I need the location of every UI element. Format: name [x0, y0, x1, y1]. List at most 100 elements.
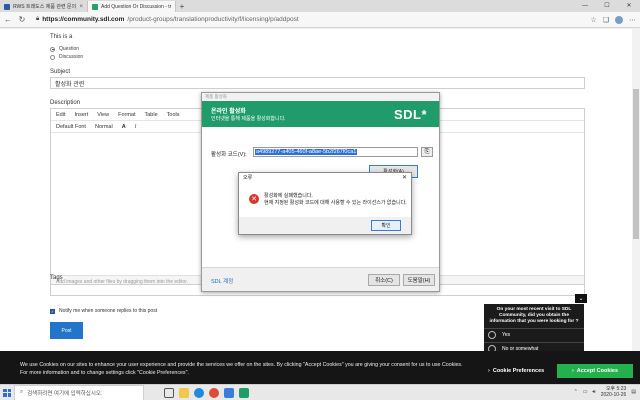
cookie-preferences-label: Cookie Preferences [492, 368, 545, 374]
tray-chevron-icon[interactable]: ⌃ [574, 389, 578, 395]
toolbar-icons: ☆ ❏ ⋯ [590, 15, 636, 24]
menu-edit[interactable]: Edit [56, 112, 65, 118]
sdl-logo: SDL* [393, 107, 427, 122]
italic-icon[interactable]: I [135, 124, 137, 130]
address-bar: ← ↻ 🔒︎ https://community.sdl.com/product… [0, 12, 640, 28]
chevron-right-icon: › [571, 368, 574, 374]
close-icon[interactable]: ✕ [402, 174, 407, 181]
discussion-option[interactable]: Discussion [50, 54, 83, 60]
subject-input[interactable]: 활성화 관련 [50, 77, 585, 89]
post-type-label: This is a [50, 34, 73, 40]
sdl-account-link[interactable]: SDL 계정 [211, 277, 233, 285]
discussion-label: Discussion [59, 54, 84, 60]
tab-favicon-icon [92, 3, 98, 10]
scrollbar-thumb[interactable] [633, 89, 639, 239]
network-icon[interactable]: ▭ [583, 389, 588, 395]
banner-subtitle: 인터넷을 통해 제품을 활성화합니다. [211, 116, 286, 122]
windows-taskbar: ⌕ 검색하려면 여기에 입력하십시오. ⌃ ▭ 🔊︎ 오후 5:23 2020-… [0, 384, 640, 400]
error-message: 활성화에 실패했습니다. 현재 지정된 활성화 코드에 대해 사용할 수 있는 … [264, 193, 407, 207]
survey-option-label: Yes [502, 332, 511, 339]
menu-format[interactable]: Format [118, 112, 135, 118]
copy-code-button[interactable]: ⎘ [421, 147, 433, 157]
menu-insert[interactable]: Insert [74, 112, 88, 118]
notify-checkbox[interactable]: ✓ [50, 308, 55, 314]
edge-browser-icon[interactable] [194, 387, 204, 398]
accept-cookies-label: Accept Cookies [576, 368, 619, 374]
refresh-icon[interactable]: ↻ [18, 15, 26, 24]
menu-view[interactable]: View [97, 112, 109, 118]
accept-cookies-button[interactable]: › Accept Cookies [557, 364, 633, 378]
ok-button[interactable]: 확인 [371, 220, 401, 231]
subject-label: Subject [50, 69, 71, 75]
font-family-select[interactable]: Default Font [56, 124, 86, 130]
menu-table[interactable]: Table [145, 112, 158, 118]
minimize-icon[interactable]: — [574, 0, 596, 11]
chrome-icon[interactable] [209, 387, 219, 398]
notify-label: Notify me when someone replies to this p… [59, 308, 158, 314]
taskbar-search[interactable]: ⌕ 검색하려면 여기에 입력하십시오. [14, 384, 144, 400]
error-message-line1: 활성화에 실패했습니다. [264, 193, 313, 199]
survey-question: On your most recent visit to SDL Communi… [489, 307, 579, 324]
cookie-text: We use Cookies on our sites to enhance y… [20, 362, 463, 376]
clock[interactable]: 오후 5:23 2020-10-26 [601, 386, 627, 399]
browser-tab-1[interactable]: RWS 트래도스 제품 관련 문의 × [0, 1, 88, 12]
error-dialog-title: 오류 [243, 175, 253, 181]
banner-title: 온라인 활성화 [211, 109, 246, 115]
radio-icon [488, 331, 496, 340]
file-explorer-icon[interactable] [179, 387, 189, 398]
url-path: /product-groups/translationproductivity/… [127, 16, 299, 23]
cookie-preferences-button[interactable]: › Cookie Preferences [488, 366, 558, 376]
sdl-app-icon[interactable] [239, 387, 249, 398]
text-color-icon[interactable]: A [122, 124, 126, 130]
notifications-icon[interactable]: ▤ [631, 389, 636, 395]
profile-avatar[interactable] [615, 15, 623, 24]
close-window-icon[interactable]: ✕ [618, 0, 640, 11]
page-scrollbar[interactable] [632, 29, 640, 351]
cookie-banner: We use Cookies on our sites to enhance y… [0, 351, 640, 384]
volume-icon[interactable]: 🔊︎ [593, 389, 596, 395]
survey-option-yes[interactable]: Yes [484, 327, 584, 342]
error-message-line2: 현재 지정된 활성화 코드에 대해 사용할 수 있는 라이선스가 없습니다. [264, 199, 407, 206]
favorite-star-icon[interactable]: ☆ [590, 16, 596, 24]
tab-label: RWS 트래도스 제품 관련 문의 [13, 4, 77, 10]
error-icon: ✕ [249, 194, 259, 204]
maximize-icon[interactable]: ☐ [596, 0, 618, 11]
question-radio[interactable] [50, 46, 55, 52]
tab-favicon-icon [4, 3, 10, 10]
activation-code-input[interactable]: a4989277-a405-460f-a8ae-5b2f267f0ca1 [253, 147, 418, 157]
new-tab-button[interactable]: + [176, 1, 188, 12]
tags-label: Tags [50, 275, 63, 281]
more-menu-icon[interactable]: ⋯ [629, 16, 636, 24]
browser-tab-bar: RWS 트래도스 제품 관련 문의 × Add Question Or Disc… [0, 0, 640, 12]
start-button[interactable] [0, 385, 14, 400]
menu-tools[interactable]: Tools [167, 112, 180, 118]
collections-icon[interactable]: ❏ [603, 16, 609, 24]
search-icon: ⌕ [20, 389, 24, 395]
clock-date: 2020-10-26 [600, 392, 627, 399]
font-style-select[interactable]: Normal [95, 124, 113, 130]
post-button[interactable]: Post [50, 322, 83, 339]
notify-option[interactable]: ✓ Notify me when someone replies to this… [50, 308, 157, 314]
window-controls: — ☐ ✕ [574, 0, 640, 11]
back-icon[interactable]: ← [4, 15, 12, 24]
activation-code-label: 활성화 코드(V): [211, 152, 247, 158]
description-label: Description [50, 100, 81, 106]
url-field[interactable]: 🔒︎ https://community.sdl.com/product-gro… [32, 14, 584, 26]
help-button[interactable]: 도움말(H) [403, 274, 435, 286]
error-button-area: 확인 [239, 217, 411, 234]
taskbar-search-placeholder: 검색하려면 여기에 입력하십시오. [27, 390, 103, 397]
question-label: Question [59, 46, 80, 52]
discussion-radio[interactable] [50, 54, 55, 60]
survey-collapse-button[interactable]: ⌄ [575, 294, 587, 303]
browser-tab-2[interactable]: Add Question Or Discussion - tr × [88, 1, 176, 12]
chevron-right-icon: › [488, 368, 490, 374]
taskbar-apps [164, 387, 249, 398]
store-icon[interactable] [224, 387, 234, 398]
windows-logo-icon [3, 388, 11, 397]
close-tab-icon[interactable]: × [79, 4, 83, 10]
question-option[interactable]: Question [50, 46, 79, 52]
error-dialog: 오류 ✕ ✕ 활성화에 실패했습니다. 현재 지정된 활성화 코드에 대해 사용… [238, 172, 412, 235]
cancel-button[interactable]: 취소(C) [368, 274, 400, 286]
activation-code-value: a4989277-a405-460f-a8ae-5b2f267f0ca1 [255, 149, 358, 155]
task-view-icon[interactable] [164, 387, 174, 398]
